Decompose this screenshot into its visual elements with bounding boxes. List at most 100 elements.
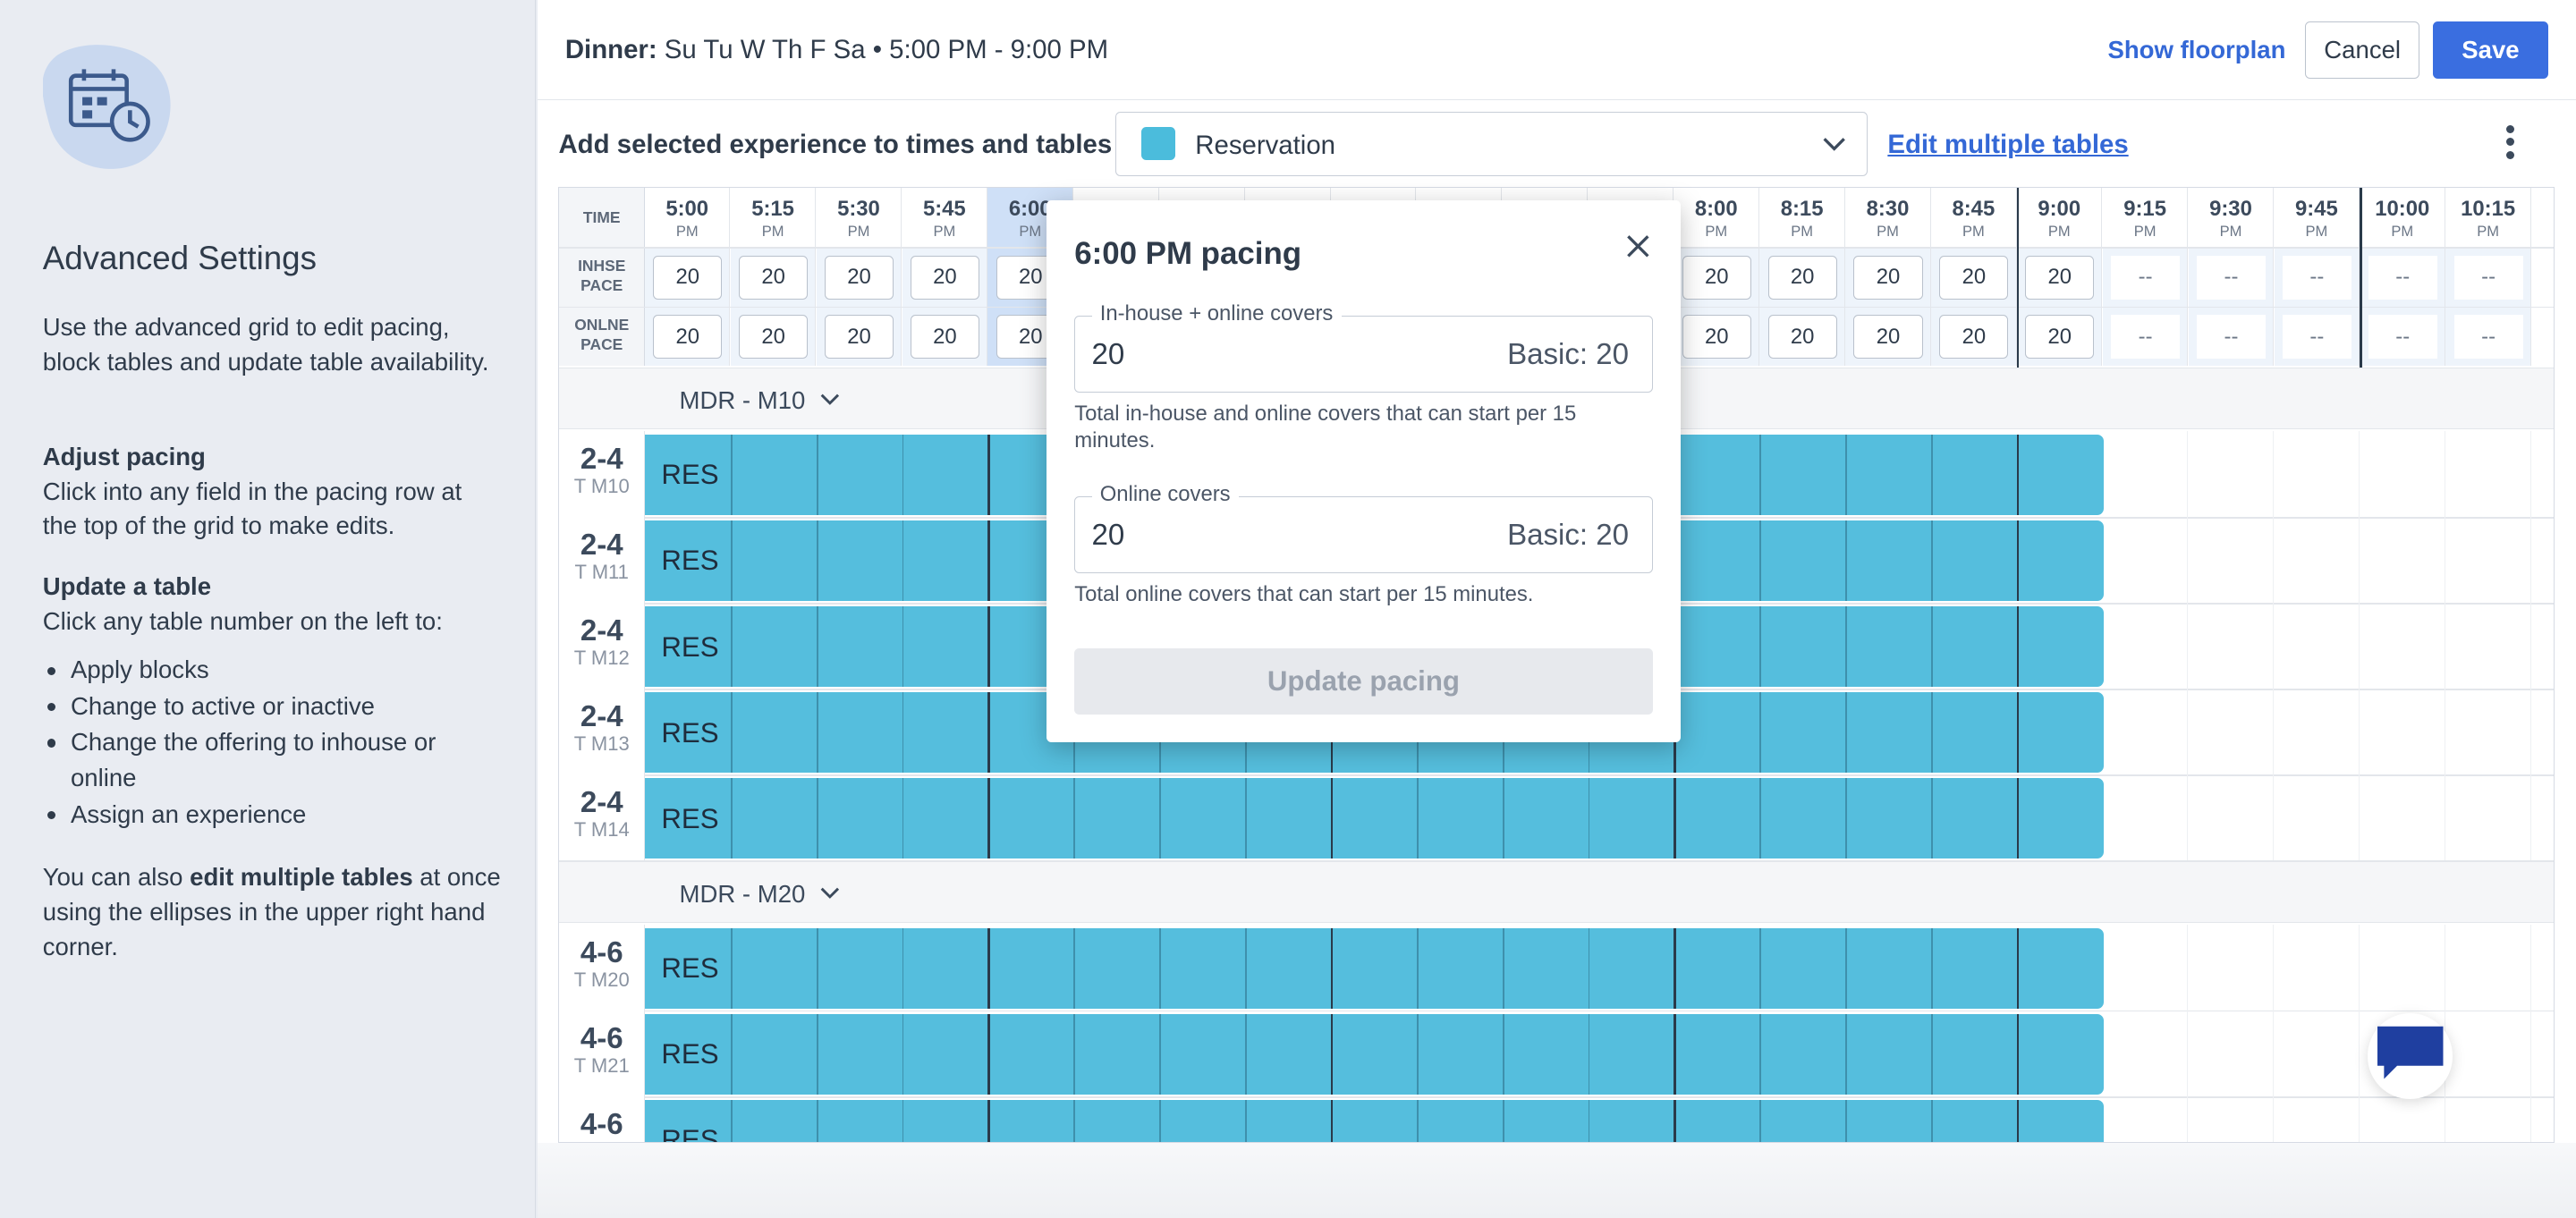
time-header[interactable]: 5:45 PM [902,188,988,248]
time-header[interactable]: 9:45 PM [2274,188,2360,248]
inhouse-pace-input[interactable]: -- [2196,255,2267,300]
show-floorplan-link[interactable]: Show floorplan [2107,36,2285,64]
table-label[interactable]: 4-6 T M21 [559,1011,645,1096]
empty-slot[interactable] [2445,925,2531,1011]
empty-slot[interactable] [2103,925,2189,1011]
time-header[interactable]: 8:00 PM [1674,188,1759,248]
table-label[interactable]: 4-6 [559,1096,645,1143]
online-pace-input[interactable]: 20 [2025,314,2095,359]
inhouse-pace-input[interactable]: 20 [1939,255,2009,300]
inhouse-pace-input[interactable]: 20 [1682,255,1751,300]
table-label[interactable]: 4-6 T M20 [559,925,645,1011]
empty-slot[interactable] [2360,431,2445,517]
empty-slot[interactable] [2445,1011,2531,1096]
empty-slot[interactable] [2103,431,2189,517]
edit-multiple-tables-link[interactable]: Edit multiple tables [1887,130,2128,160]
empty-slot[interactable] [2275,431,2360,517]
online-pace-input[interactable]: -- [2453,314,2523,359]
empty-slot[interactable] [2103,689,2189,774]
empty-slot[interactable] [2103,603,2189,689]
empty-slot[interactable] [2445,431,2531,517]
empty-slot[interactable] [2189,517,2275,603]
time-header[interactable]: 8:15 PM [1759,188,1845,248]
online-pace-input[interactable]: -- [2368,314,2437,359]
online-pace-input[interactable]: 20 [910,314,979,359]
table-label[interactable]: 2-4 T M11 [559,517,645,603]
inhouse-covers-field[interactable]: In-house + online covers 20 Basic: 20 [1074,301,1653,393]
empty-slot[interactable] [2189,431,2275,517]
inhouse-covers-value[interactable]: 20 [1092,338,1125,372]
empty-slot[interactable] [2360,603,2445,689]
empty-slot[interactable] [2360,925,2445,1011]
chat-button[interactable] [2367,1013,2453,1099]
section-header-row[interactable]: MDR - M20 [559,860,2555,924]
empty-slot[interactable] [2275,925,2360,1011]
more-options-icon[interactable] [2502,120,2518,169]
experience-select[interactable]: Reservation [1115,111,1868,176]
inhouse-pace-input[interactable]: -- [2453,255,2523,300]
inhouse-pace-input[interactable]: 20 [910,255,979,300]
online-pace-input[interactable]: 20 [653,314,723,359]
empty-slot[interactable] [2189,1011,2275,1096]
empty-slot[interactable] [2445,517,2531,603]
reservation-block[interactable]: RES [644,1013,2104,1095]
empty-slot[interactable] [2275,1096,2360,1143]
table-label[interactable]: 2-4 T M10 [559,431,645,517]
empty-slot[interactable] [2360,517,2445,603]
online-pace-input[interactable]: 20 [1853,314,1923,359]
time-header[interactable]: 8:30 PM [1845,188,1931,248]
section-label[interactable]: MDR - M10 [680,386,843,415]
time-header[interactable]: 5:00 PM [644,188,731,248]
online-pace-input[interactable]: -- [2111,314,2181,359]
online-covers-field[interactable]: Online covers 20 Basic: 20 [1074,482,1653,573]
empty-slot[interactable] [2360,1096,2445,1143]
inhouse-pace-input[interactable]: 20 [739,255,809,300]
empty-slot[interactable] [2189,603,2275,689]
online-pace-input[interactable]: 20 [739,314,809,359]
time-header[interactable]: 10:00 PM [2360,188,2445,248]
section-label[interactable]: MDR - M20 [680,880,843,909]
inhouse-pace-input[interactable]: -- [2368,255,2437,300]
table-label[interactable]: 2-4 T M13 [559,689,645,774]
reservation-block[interactable]: RES [644,778,2104,859]
reservation-block[interactable]: RES [644,927,2104,1009]
online-pace-input[interactable]: 20 [1767,314,1837,359]
empty-slot[interactable] [2360,689,2445,774]
time-header[interactable]: 8:45 PM [1931,188,2017,248]
online-pace-input[interactable]: 20 [824,314,894,359]
empty-slot[interactable] [2103,1096,2189,1143]
empty-slot[interactable] [2445,774,2531,860]
cancel-button[interactable]: Cancel [2304,21,2420,80]
online-pace-input[interactable]: -- [2196,314,2267,359]
inhouse-pace-input[interactable]: 20 [2025,255,2095,300]
empty-slot[interactable] [2275,689,2360,774]
empty-slot[interactable] [2103,774,2189,860]
empty-slot[interactable] [2189,1096,2275,1143]
inhouse-pace-input[interactable]: 20 [1853,255,1923,300]
empty-slot[interactable] [2275,774,2360,860]
inhouse-pace-input[interactable]: 20 [1767,255,1837,300]
time-header[interactable]: 5:15 PM [730,188,817,248]
empty-slot[interactable] [2103,1011,2189,1096]
empty-slot[interactable] [2189,925,2275,1011]
empty-slot[interactable] [2445,603,2531,689]
time-header[interactable]: 5:30 PM [816,188,902,248]
save-button[interactable]: Save [2433,21,2548,80]
time-header[interactable]: 10:15 PM [2445,188,2531,248]
online-covers-value[interactable]: 20 [1092,519,1125,553]
empty-slot[interactable] [2275,517,2360,603]
close-icon[interactable] [1622,230,1655,263]
empty-slot[interactable] [2103,517,2189,603]
time-header[interactable]: 9:30 PM [2188,188,2275,248]
update-pacing-button[interactable]: Update pacing [1074,648,1653,715]
empty-slot[interactable] [2189,774,2275,860]
reservation-block[interactable]: RES [644,1099,2104,1143]
table-label[interactable]: 2-4 T M12 [559,603,645,689]
inhouse-pace-input[interactable]: 20 [824,255,894,300]
table-label[interactable]: 2-4 T M14 [559,774,645,860]
inhouse-pace-input[interactable]: -- [2111,255,2181,300]
empty-slot[interactable] [2189,689,2275,774]
online-pace-input[interactable]: 20 [1682,314,1751,359]
empty-slot[interactable] [2360,774,2445,860]
empty-slot[interactable] [2275,1011,2360,1096]
